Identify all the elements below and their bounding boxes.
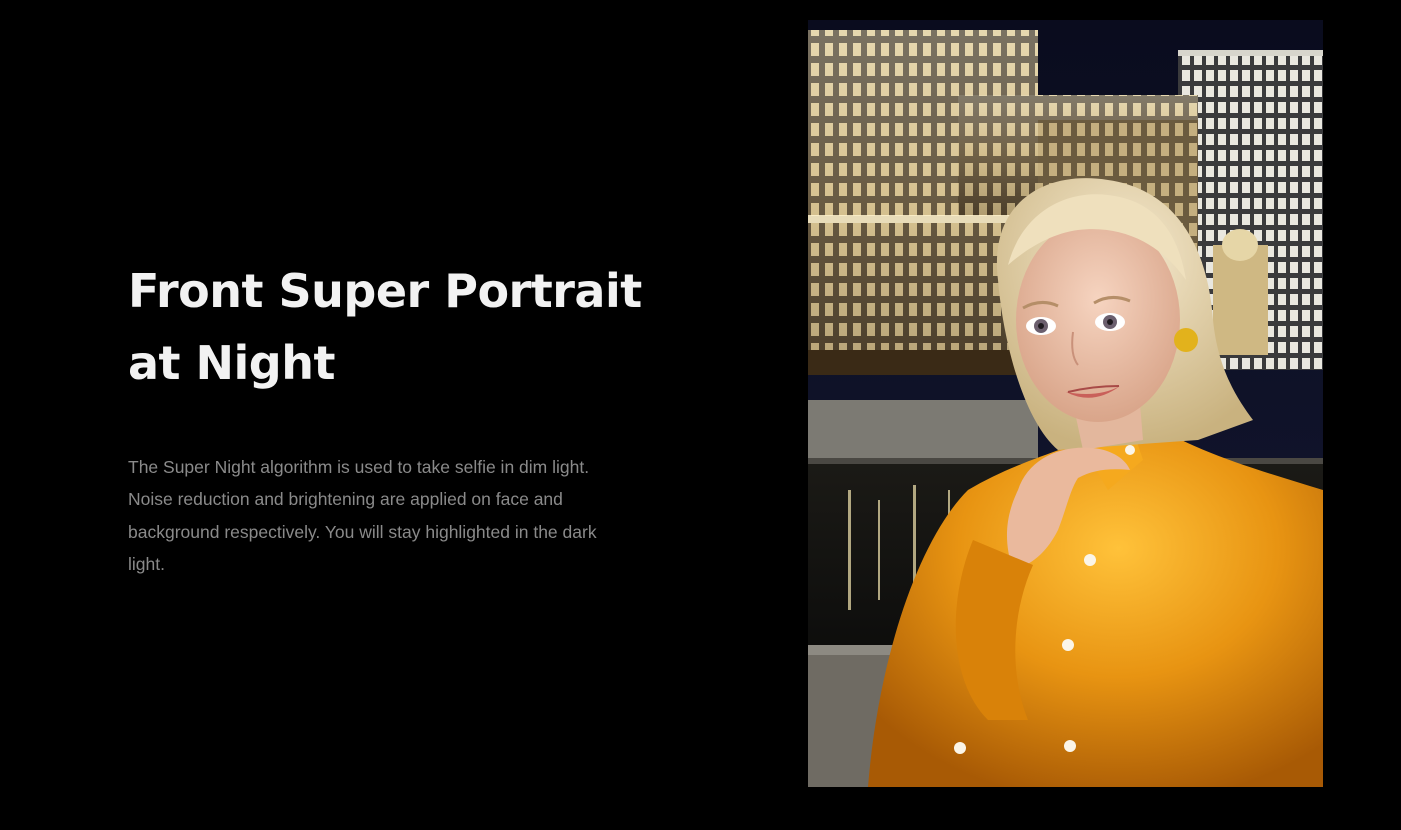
night-selfie-illustration xyxy=(808,20,1323,787)
feature-text: Front Super Portrait at Night The Super … xyxy=(128,255,648,581)
feature-description: The Super Night algorithm is used to tak… xyxy=(128,457,597,575)
feature-title-line-1: Front Super Portrait xyxy=(128,264,642,318)
feature-title-line-2: at Night xyxy=(128,336,335,390)
feature-section: Front Super Portrait at Night The Super … xyxy=(0,0,1401,830)
feature-title: Front Super Portrait at Night xyxy=(128,255,648,399)
night-selfie-photo xyxy=(808,20,1323,787)
